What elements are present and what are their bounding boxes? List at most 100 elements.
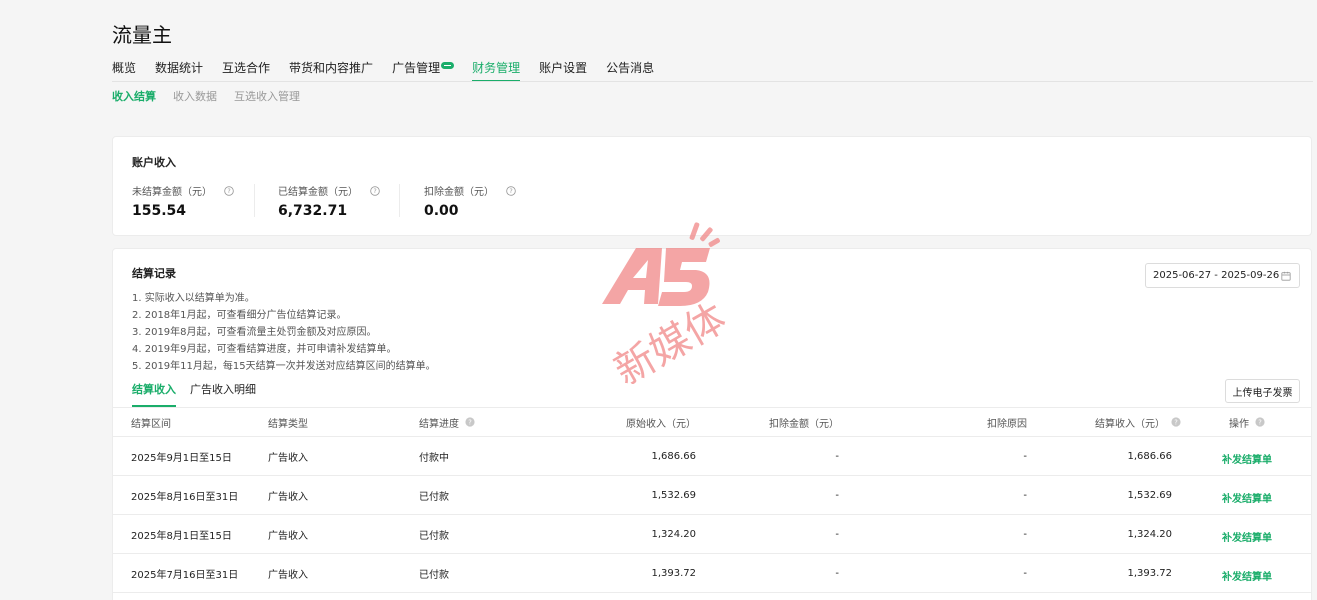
header-action-label: 操作 <box>1229 418 1249 430</box>
cell-deduction-reason: - <box>1023 489 1027 501</box>
reissue-statement-link[interactable]: 补发结算单 <box>1222 529 1272 544</box>
calendar-icon <box>1281 271 1291 281</box>
header-period: 结算区间 <box>131 418 171 430</box>
svg-text:?: ? <box>468 418 472 426</box>
note-item: 4. 2019年9月起，可查看结算进度，并可申请补发结算单。 <box>132 344 397 355</box>
cell-progress: 已付款 <box>419 569 449 581</box>
stat-unsettled-label-row: 未结算金额（元） ? <box>132 183 234 198</box>
sub-nav: 收入结算 收入数据 互选收入管理 <box>112 90 317 104</box>
svg-text:?: ? <box>227 188 230 195</box>
stat-deduction-value: 0.00 <box>424 203 459 219</box>
header-progress-label: 结算进度 <box>419 418 459 430</box>
stat-settled-label: 已结算金额（元） <box>278 187 358 198</box>
cell-deduction: - <box>835 450 839 462</box>
nav-item-account-settings[interactable]: 账户设置 <box>539 59 587 82</box>
cell-period: 2025年8月16日至31日 <box>131 491 239 503</box>
header-deduction: 扣除金额（元） <box>769 418 839 430</box>
cell-action: 补发结算单 <box>1217 554 1277 592</box>
cell-type: 广告收入 <box>268 491 308 503</box>
app-title: 流量主 <box>112 23 172 47</box>
date-range-value: 2025-06-27 - 2025-09-26 <box>1153 270 1280 281</box>
reissue-statement-link[interactable]: 补发结算单 <box>1222 451 1272 466</box>
table-header: 结算区间 结算类型 结算进度 ? 原始收入（元） 扣除金额（元） 扣除原因 结算… <box>113 407 1311 437</box>
table-row: 2025年8月16日至31日 广告收入 已付款 1,532.69 - - 1,5… <box>113 476 1311 515</box>
nav-item-commerce-promotion[interactable]: 带货和内容推广 <box>289 59 373 82</box>
header-original-income: 原始收入（元） <box>626 418 696 430</box>
nav-item-ad-management-label: 广告管理 <box>392 61 441 75</box>
stat-deduction-label: 扣除金额（元） <box>424 187 494 198</box>
cell-action: 补发结算单 <box>1217 437 1277 475</box>
cell-original-income: 1,686.66 <box>651 450 696 462</box>
header-action: 操作 ? <box>1217 408 1277 436</box>
svg-text:?: ? <box>1174 418 1178 426</box>
stat-separator <box>399 184 400 217</box>
stat-unsettled-value: 155.54 <box>132 203 187 219</box>
records-tabs: 结算收入 广告收入明细 <box>132 381 270 407</box>
cell-period: 2025年7月16日至31日 <box>131 569 239 581</box>
cell-settled-income: 1,324.20 <box>1127 528 1172 540</box>
stat-deduction: 扣除金额（元） ? 0.00 <box>424 183 516 219</box>
subnav-mutual-income[interactable]: 互选收入管理 <box>234 90 300 104</box>
cell-deduction: - <box>835 528 839 540</box>
table-row: 2025年9月1日至15日 广告收入 付款中 1,686.66 - - 1,68… <box>113 437 1311 476</box>
header-settled-income: 结算收入（元） ? <box>1095 408 1181 436</box>
nav-item-data-stats[interactable]: 数据统计 <box>155 59 203 82</box>
cell-type: 广告收入 <box>268 569 308 581</box>
subnav-income-settlement[interactable]: 收入结算 <box>112 90 156 104</box>
nav-item-ad-management[interactable]: 广告管理 <box>392 59 455 82</box>
cell-deduction-reason: - <box>1023 450 1027 462</box>
help-icon[interactable]: ? <box>465 417 475 427</box>
reissue-statement-link[interactable]: 补发结算单 <box>1222 490 1272 505</box>
date-range-picker[interactable]: 2025-06-27 - 2025-09-26 <box>1145 263 1300 288</box>
settlement-notes: 1. 实际收入以结算单为准。 2. 2018年1月起，可查看细分广告位结算记录。… <box>132 290 436 375</box>
cell-deduction: - <box>835 567 839 579</box>
help-icon[interactable]: ? <box>370 185 380 196</box>
header-deduction-reason: 扣除原因 <box>987 418 1027 430</box>
settlement-records-title: 结算记录 <box>132 267 176 280</box>
help-icon[interactable]: ? <box>1171 417 1181 427</box>
nav-divider <box>112 81 1313 82</box>
reissue-statement-link[interactable]: 补发结算单 <box>1222 568 1272 583</box>
table-row: 2025年8月1日至15日 广告收入 已付款 1,324.20 - - 1,32… <box>113 515 1311 554</box>
help-icon[interactable]: ? <box>1255 417 1265 427</box>
tab-ad-income-detail[interactable]: 广告收入明细 <box>190 381 256 407</box>
cell-period: 2025年9月1日至15日 <box>131 452 232 464</box>
note-item: 1. 实际收入以结算单为准。 <box>132 293 255 304</box>
cell-deduction-reason: - <box>1023 528 1027 540</box>
cell-action: 补发结算单 <box>1217 476 1277 514</box>
settlement-table: 结算区间 结算类型 结算进度 ? 原始收入（元） 扣除金额（元） 扣除原因 结算… <box>113 407 1311 593</box>
cell-progress: 付款中 <box>419 452 449 464</box>
header-settled-income-label: 结算收入（元） <box>1095 418 1165 430</box>
svg-text:?: ? <box>373 188 376 195</box>
settlement-records-card: 结算记录 1. 实际收入以结算单为准。 2. 2018年1月起，可查看细分广告位… <box>112 248 1312 600</box>
svg-text:?: ? <box>1258 418 1262 426</box>
cell-settled-income: 1,393.72 <box>1127 567 1172 579</box>
cell-settled-income: 1,532.69 <box>1127 489 1172 501</box>
cell-type: 广告收入 <box>268 452 308 464</box>
cell-action: 补发结算单 <box>1217 515 1277 553</box>
cell-original-income: 1,393.72 <box>651 567 696 579</box>
subnav-income-data[interactable]: 收入数据 <box>173 90 217 104</box>
upload-invoice-button[interactable]: 上传电子发票 <box>1225 379 1300 403</box>
cell-progress: 已付款 <box>419 491 449 503</box>
stat-settled: 已结算金额（元） ? 6,732.71 <box>278 183 380 219</box>
header-type: 结算类型 <box>268 418 308 430</box>
cell-period: 2025年8月1日至15日 <box>131 530 232 542</box>
nav-item-finance[interactable]: 财务管理 <box>472 59 521 82</box>
nav-item-overview[interactable]: 概览 <box>112 59 136 82</box>
cell-progress: 已付款 <box>419 530 449 542</box>
nav-item-mutual-cooperation[interactable]: 互选合作 <box>222 59 270 82</box>
header-progress: 结算进度 ? <box>419 408 475 436</box>
help-icon[interactable]: ? <box>506 185 516 196</box>
note-item: 3. 2019年8月起，可查看流量主处罚金额及对应原因。 <box>132 327 377 338</box>
account-income-card: 账户收入 未结算金额（元） ? 155.54 已结算金额（元） ? 6,732.… <box>112 136 1312 236</box>
svg-text:?: ? <box>509 188 512 195</box>
help-icon[interactable]: ? <box>224 185 234 196</box>
note-item: 5. 2019年11月起，每15天结算一次并发送对应结算区间的结算单。 <box>132 361 436 372</box>
tab-settlement-income[interactable]: 结算收入 <box>132 381 176 407</box>
stat-deduction-label-row: 扣除金额（元） ? <box>424 183 516 198</box>
account-income-title: 账户收入 <box>132 156 176 169</box>
nav-item-announcements[interactable]: 公告消息 <box>606 59 654 82</box>
cell-settled-income: 1,686.66 <box>1127 450 1172 462</box>
main-nav: 概览 数据统计 互选合作 带货和内容推广 广告管理 财务管理 账户设置 公告消息 <box>112 59 673 82</box>
